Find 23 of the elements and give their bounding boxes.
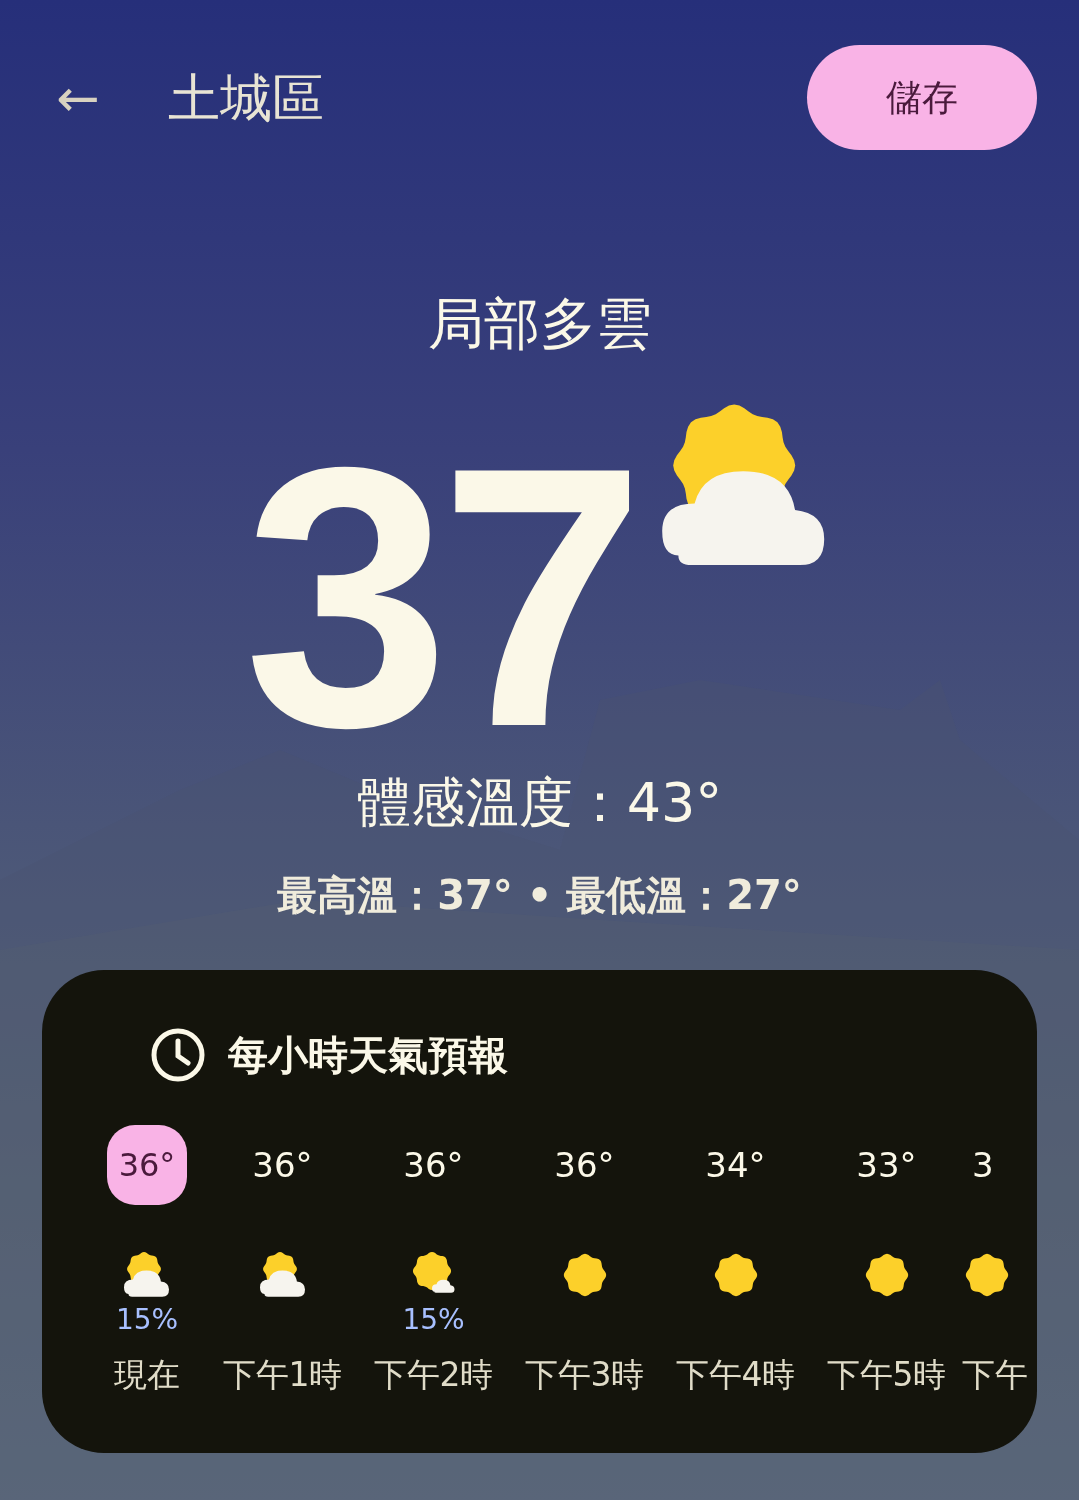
- precipitation-text: 15%: [115, 1303, 179, 1337]
- hour-label: 下午: [962, 1354, 1028, 1397]
- hour-temperature: 36°: [251, 1143, 314, 1187]
- hour-temperature: 3: [971, 1143, 995, 1187]
- high-low-text: 最高溫：37° • 最低溫：27°: [277, 871, 802, 921]
- hour-label: 下午1時: [222, 1354, 343, 1397]
- hour-label: 現在: [114, 1354, 180, 1397]
- hour-temperature: 36°: [402, 1143, 465, 1187]
- selected-temperature-chip: 36°: [107, 1125, 187, 1206]
- save-button[interactable]: 儲存: [807, 45, 1037, 150]
- hour-label: 下午3時: [524, 1354, 645, 1397]
- hour-temperature: 36°: [553, 1143, 616, 1187]
- card-title: 每小時天氣預報: [228, 1031, 508, 1081]
- clock-icon: [150, 1027, 206, 1084]
- hour-label: 下午5時: [826, 1354, 947, 1397]
- hour-label: 下午2時: [373, 1354, 494, 1397]
- precipitation-text: 15%: [402, 1303, 465, 1337]
- hour-label: 下午4時: [675, 1354, 796, 1397]
- location-title: 土城區: [167, 66, 324, 130]
- condition-text: 局部多雲: [427, 290, 652, 358]
- back-button[interactable]: ←: [50, 71, 106, 124]
- hour-temperature: 34°: [704, 1143, 767, 1187]
- hour-temperature: 33°: [855, 1143, 918, 1187]
